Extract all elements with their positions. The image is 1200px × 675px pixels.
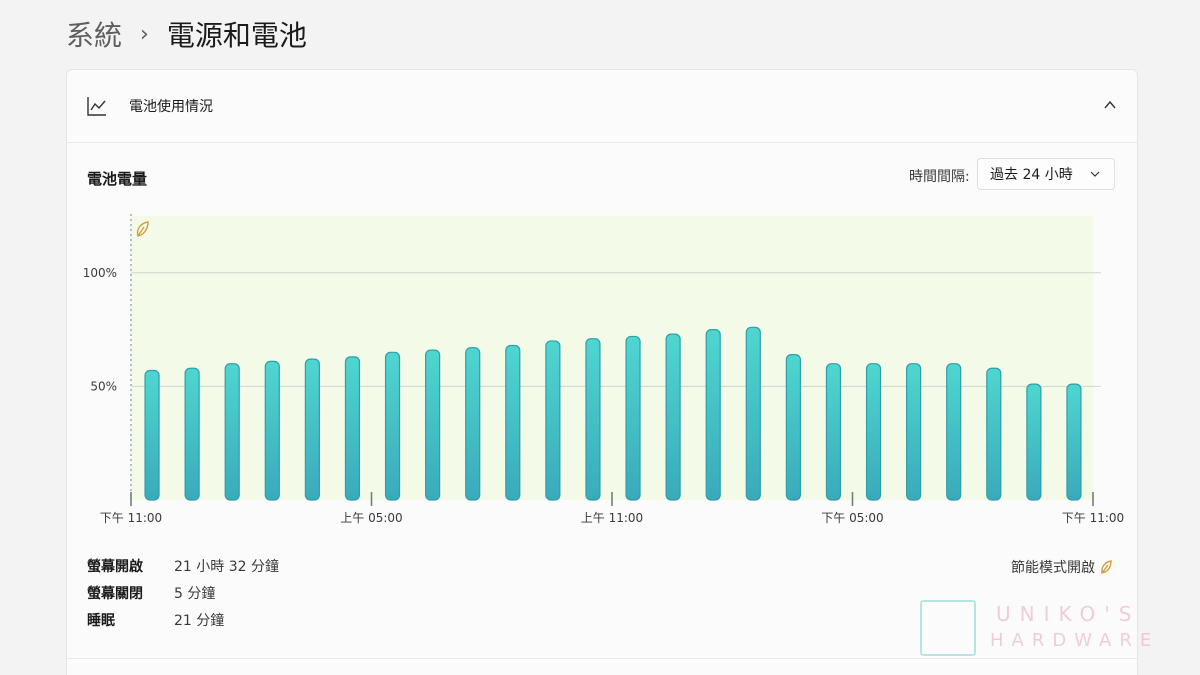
- stat-value: 5 分鐘: [174, 586, 216, 602]
- battery-level-bar: [1026, 383, 1042, 501]
- battery-level-bar: [825, 363, 842, 501]
- battery-level-bar: [745, 326, 761, 501]
- battery-level-bar: [505, 344, 521, 501]
- settings-page: 系統 › 電源和電池 電池使用情況 電池電量 時間間隔: 過去 24 小時 10…: [0, 0, 1200, 675]
- watermark-line2: HARDWARE: [990, 630, 1160, 651]
- page-title: 電源和電池: [166, 19, 307, 52]
- battery-level-chart: 100% 50% 下午 11:00 上午 05:00 上午 11:00 下午 05:00 下…: [83, 214, 1124, 525]
- y-tick-label: 100%: [83, 266, 117, 280]
- battery-usage-card: 電池使用情況 電池電量 時間間隔: 過去 24 小時 100% 50% 下午 1…: [66, 69, 1138, 675]
- x-tick-label: 上午 05:00: [340, 511, 402, 525]
- battery-level-bar: [465, 347, 481, 501]
- battery-level-bar: [1066, 383, 1082, 501]
- battery-level-bar: [986, 367, 1002, 501]
- stat-value: 21 小時 32 分鐘: [174, 559, 279, 575]
- watermark-box-icon: [920, 600, 976, 656]
- battery-level-bar: [625, 335, 641, 501]
- stat-label: 螢幕開啟: [87, 559, 143, 575]
- x-tick-label: 上午 11:00: [581, 511, 643, 525]
- battery-saver-legend: 節能模式開啟: [1011, 557, 1113, 577]
- battery-level-bar: [785, 353, 801, 501]
- battery-level-bar: [264, 360, 280, 501]
- stat-label: 螢幕關閉: [87, 586, 143, 602]
- stat-value: 21 分鐘: [174, 613, 225, 629]
- battery-level-bar: [304, 358, 320, 501]
- watermark-line1: UNIKO'S: [996, 602, 1141, 626]
- x-tick-label: 下午 11:00: [1062, 511, 1124, 525]
- leaf-icon: [1101, 560, 1112, 574]
- battery-level-bar: [184, 367, 200, 501]
- battery-level-bar: [705, 329, 721, 501]
- battery-saver-legend-label: 節能模式開啟: [1011, 560, 1095, 576]
- breadcrumb-system[interactable]: 系統: [66, 14, 122, 54]
- breadcrumb-separator: ›: [140, 21, 149, 47]
- battery-level-bar: [425, 349, 441, 501]
- battery-level-bar: [906, 363, 922, 501]
- x-tick-label: 下午 11:00: [100, 511, 162, 525]
- x-tick-label: 下午 05:00: [821, 511, 883, 525]
- battery-level-bar: [344, 356, 361, 501]
- battery-level-bar: [144, 369, 160, 501]
- battery-level-bar: [585, 338, 601, 501]
- y-tick-label: 50%: [90, 379, 117, 393]
- battery-level-bar: [665, 333, 681, 501]
- battery-level-bar: [545, 340, 561, 501]
- battery-level-bar: [865, 363, 882, 501]
- battery-level-bar: [224, 363, 240, 501]
- battery-level-bar: [384, 351, 401, 501]
- stat-label: 睡眠: [87, 613, 115, 629]
- card-divider: [67, 658, 1137, 659]
- battery-level-bar: [946, 363, 962, 501]
- watermark-logo: UNIKO'S HARDWARE: [920, 598, 1152, 658]
- breadcrumb: 系統 › 電源和電池: [66, 12, 307, 56]
